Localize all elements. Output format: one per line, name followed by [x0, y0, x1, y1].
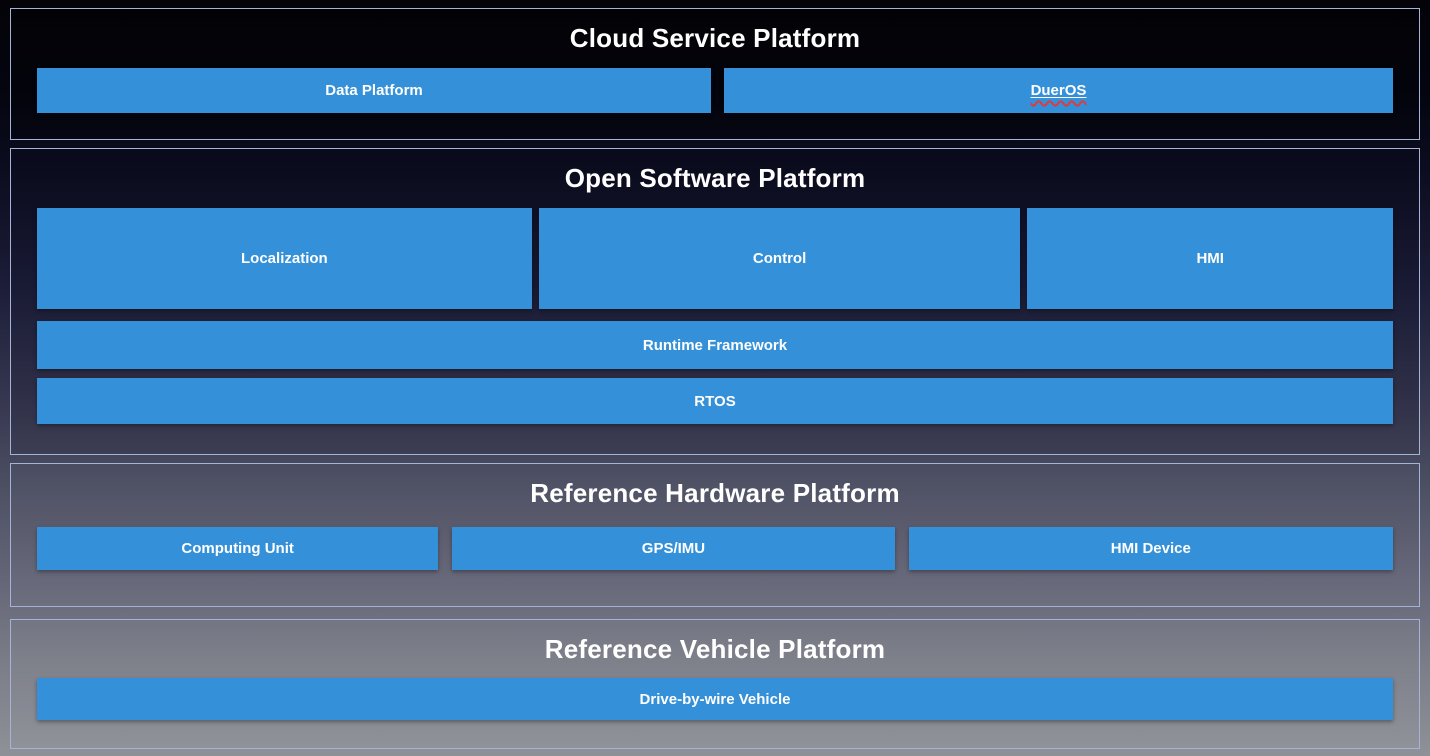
box-dueros: DuerOS [724, 68, 1393, 113]
box-data-platform: Data Platform [37, 68, 711, 113]
box-data-platform-label: Data Platform [325, 82, 423, 99]
box-rtos-label: RTOS [694, 393, 735, 410]
box-hmi: HMI [1027, 208, 1393, 309]
box-runtime-framework-label: Runtime Framework [643, 337, 787, 354]
rtos-row: RTOS [37, 378, 1393, 424]
section-reference-vehicle-platform: Reference Vehicle Platform Drive-by-wire… [10, 619, 1420, 749]
runtime-framework-row: Runtime Framework [37, 321, 1393, 369]
section-cloud-service-platform: Cloud Service Platform Data Platform Due… [10, 8, 1420, 140]
box-drive-by-wire-vehicle: Drive-by-wire Vehicle [37, 678, 1393, 720]
vehicle-section-title: Reference Vehicle Platform [37, 634, 1393, 665]
hardware-boxes-row: Computing Unit GPS/IMU HMI Device [37, 527, 1393, 570]
box-hmi-device-label: HMI Device [1111, 540, 1191, 557]
box-hmi-device: HMI Device [909, 527, 1393, 570]
section-open-software-platform: Open Software Platform Localization Cont… [10, 148, 1420, 455]
section-reference-hardware-platform: Reference Hardware Platform Computing Un… [10, 463, 1420, 607]
box-runtime-framework: Runtime Framework [37, 321, 1393, 369]
box-localization: Localization [37, 208, 532, 309]
box-dueros-label: DuerOS [1031, 82, 1087, 99]
box-hmi-label: HMI [1196, 250, 1224, 267]
box-gps-imu-label: GPS/IMU [642, 540, 705, 557]
box-drive-by-wire-vehicle-label: Drive-by-wire Vehicle [640, 691, 791, 708]
software-section-title: Open Software Platform [37, 163, 1393, 194]
vehicle-boxes-row: Drive-by-wire Vehicle [37, 678, 1393, 720]
spellcheck-underline: DuerOS [1031, 82, 1087, 99]
box-computing-unit: Computing Unit [37, 527, 438, 570]
cloud-section-title: Cloud Service Platform [37, 23, 1393, 54]
box-control-label: Control [753, 250, 806, 267]
box-computing-unit-label: Computing Unit [181, 540, 293, 557]
box-localization-label: Localization [241, 250, 328, 267]
cloud-boxes-row: Data Platform DuerOS [37, 68, 1393, 113]
box-gps-imu: GPS/IMU [452, 527, 894, 570]
box-control: Control [539, 208, 1021, 309]
architecture-diagram: Cloud Service Platform Data Platform Due… [0, 0, 1430, 756]
box-rtos: RTOS [37, 378, 1393, 424]
software-boxes-row: Localization Control HMI [37, 208, 1393, 309]
hardware-section-title: Reference Hardware Platform [37, 478, 1393, 509]
